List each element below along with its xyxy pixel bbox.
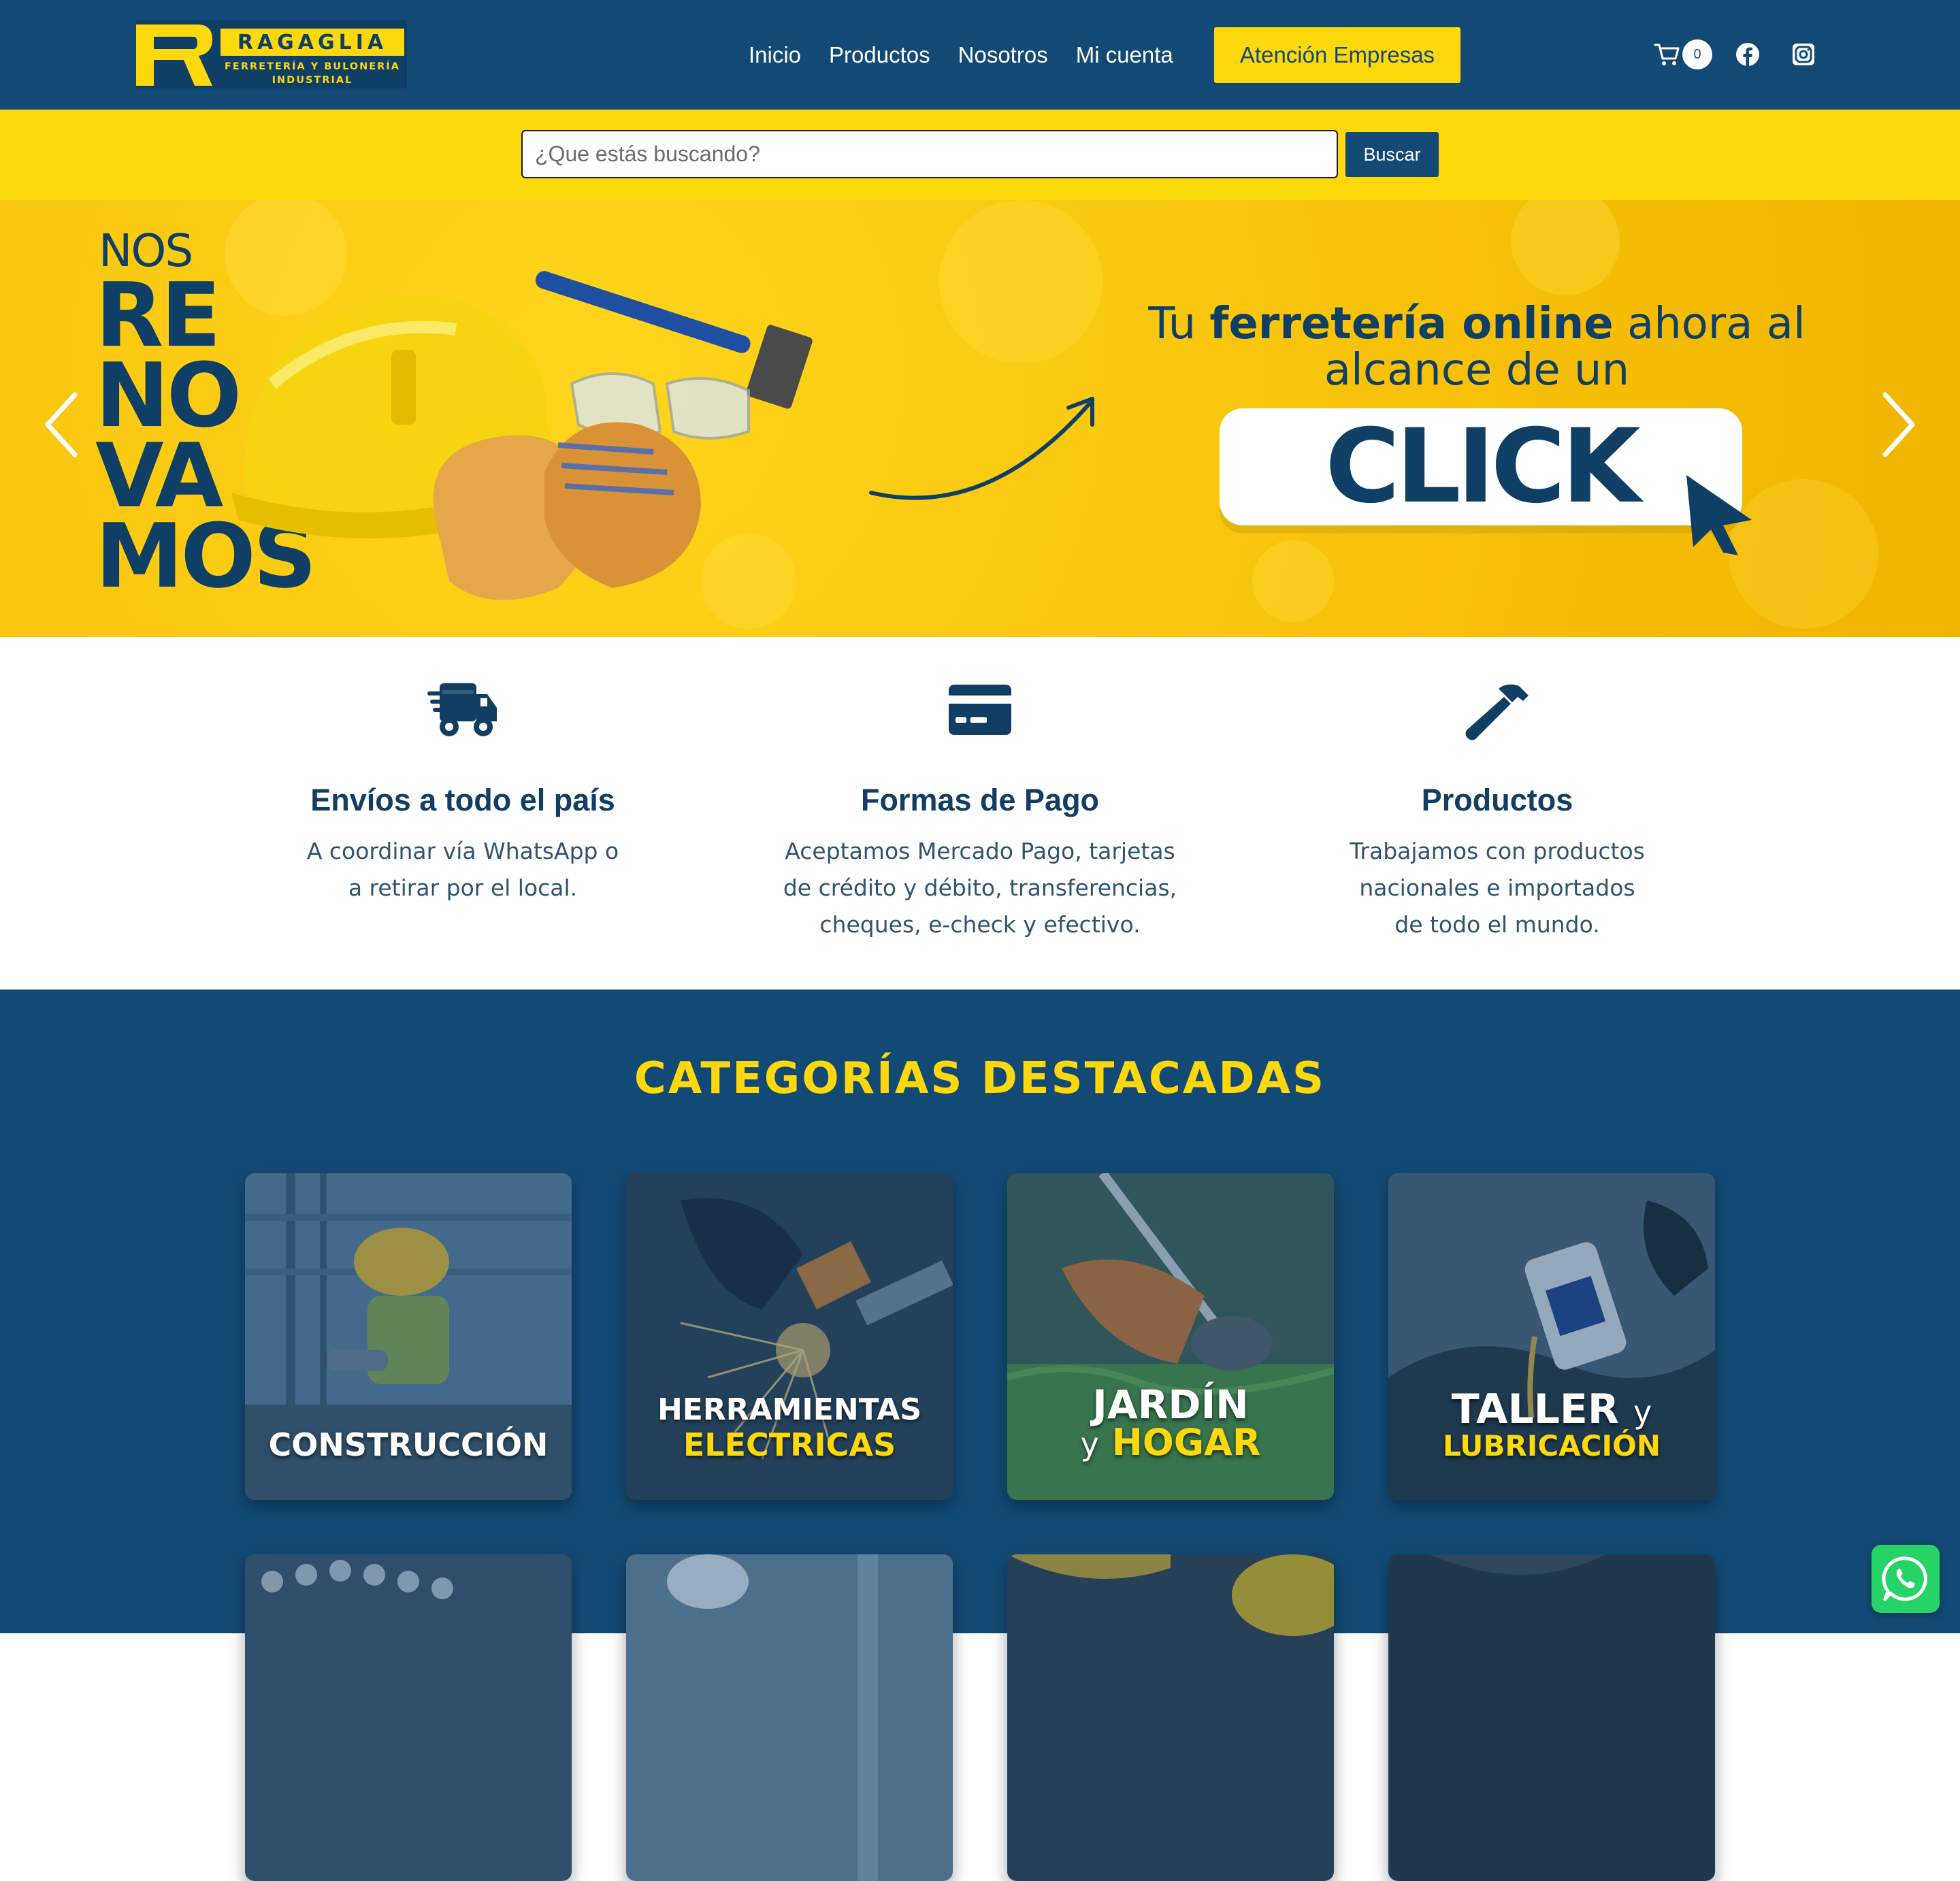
card-overlay (626, 1554, 953, 1881)
whatsapp-icon (1882, 1556, 1927, 1601)
cart-count-badge[interactable]: 0 (1682, 39, 1712, 69)
carousel-next-chevron-icon[interactable] (1878, 391, 1919, 459)
category-label-connector: y (1080, 1426, 1099, 1462)
brand-name: RAGAGLIA (220, 29, 404, 56)
tagline-bold: ferretería online (1209, 299, 1614, 349)
brand-subtitle-line2: INDUSTRIAL (272, 75, 353, 86)
features-section: Envíos a todo el país A coordinar vía Wh… (0, 637, 1960, 989)
search-input[interactable] (521, 130, 1338, 178)
category-label-line1: HERRAMIENTAS (657, 1392, 922, 1427)
category-label-connector: y (1633, 1394, 1652, 1430)
category-card-row2-4[interactable] (1388, 1554, 1715, 1881)
whatsapp-chat-button[interactable] (1872, 1545, 1940, 1613)
categories-section: CATEGORÍAS DESTACADAS CONSTRUCCIÓN HERRA… (0, 989, 1960, 1881)
tagline-line-1: Tu ferretería online ahora al (1102, 301, 1851, 347)
feature-text-line: de crédito y débito, transferencias, (783, 874, 1177, 901)
truck-icon (427, 683, 497, 736)
nav-nosotros[interactable]: Nosotros (958, 42, 1048, 68)
category-label-line2: ELECTRICAS (683, 1426, 896, 1463)
brand-subtitle: FERRETERÍA Y BULONERÍA INDUSTRIAL (220, 60, 404, 87)
category-label-line2: y HOGAR (1007, 1421, 1334, 1464)
hero-click-badge: CLICK (1220, 408, 1742, 526)
hero-banner: NOS RE NO VA MOS Tu ferretería online ah… (0, 200, 1960, 637)
category-label-main: TALLER (1451, 1386, 1620, 1433)
carousel-prev-chevron-icon[interactable] (41, 391, 82, 459)
nav-inicio[interactable]: Inicio (749, 42, 801, 68)
brand-subtitle-line1: FERRETERÍA Y BULONERÍA (225, 61, 400, 72)
logo-r-mark-icon (136, 24, 212, 86)
category-card-jardin-hogar[interactable]: JARDÍN y HOGAR (1007, 1173, 1334, 1500)
instagram-icon[interactable] (1791, 42, 1816, 67)
category-card-herramientas-electricas[interactable]: HERRAMIENTAS ELECTRICAS (626, 1173, 953, 1500)
cart-icon[interactable] (1654, 41, 1681, 68)
feature-title: Productos (1421, 783, 1573, 817)
feature-text-line: nacionales e importados (1359, 874, 1635, 901)
category-label-line2: LUBRICACIÓN (1443, 1429, 1661, 1462)
hard-hat-gloves-illustration (231, 271, 813, 600)
search-bar: Buscar (0, 110, 1960, 200)
feature-title: Envíos a todo el país (310, 783, 615, 817)
card-overlay (1007, 1554, 1334, 1881)
atencion-empresas-button[interactable]: Atención Empresas (1214, 27, 1460, 83)
card-overlay (245, 1554, 572, 1881)
feature-text-line: Trabajamos con productos (1350, 838, 1645, 864)
facebook-icon[interactable] (1735, 42, 1760, 67)
hero-tagline: Tu ferretería online ahora al alcance de… (1102, 301, 1851, 393)
tagline-post: ahora al (1613, 299, 1806, 349)
credit-card-icon (949, 685, 1011, 735)
main-nav: Inicio Productos Nosotros Mi cuenta Aten… (749, 27, 1460, 83)
category-label-line1: TALLER y (1388, 1386, 1715, 1433)
category-label: CONSTRUCCIÓN (268, 1426, 549, 1463)
hammer-icon (1465, 684, 1529, 740)
feature-formas-pago: Formas de Pago Aceptamos Mercado Pago, t… (776, 682, 1184, 943)
feature-text: A coordinar vía WhatsApp o a retirar por… (259, 833, 667, 906)
feature-envios: Envíos a todo el país A coordinar vía Wh… (259, 682, 667, 906)
tagline-pre: Tu (1148, 299, 1210, 349)
nav-mi-cuenta[interactable]: Mi cuenta (1076, 42, 1173, 68)
feature-text-line: a retirar por el local. (348, 874, 578, 901)
category-label-highlight: HOGAR (1111, 1421, 1261, 1464)
card-overlay (1388, 1554, 1715, 1881)
feature-text-line: A coordinar vía WhatsApp o (306, 838, 619, 864)
feature-text: Aceptamos Mercado Pago, tarjetas de créd… (776, 833, 1184, 943)
tagline-line-2: alcance de un (1324, 345, 1630, 395)
site-header: RAGAGLIA FERRETERÍA Y BULONERÍA INDUSTRI… (0, 0, 1960, 110)
mouse-cursor-icon (1686, 475, 1752, 555)
nav-productos[interactable]: Productos (829, 42, 930, 68)
category-card-taller-lubricacion[interactable]: TALLER y LUBRICACIÓN (1388, 1173, 1715, 1500)
curved-arrow-icon (869, 397, 1094, 500)
category-card-construccion[interactable]: CONSTRUCCIÓN (245, 1173, 572, 1500)
feature-text: Trabajamos con productos nacionales e im… (1293, 833, 1701, 943)
brand-logo[interactable]: RAGAGLIA FERRETERÍA Y BULONERÍA INDUSTRI… (136, 20, 407, 88)
feature-productos: Productos Trabajamos con productos nacio… (1293, 682, 1701, 943)
category-card-row2-2[interactable] (626, 1554, 953, 1881)
feature-text-line: de todo el mundo. (1394, 911, 1600, 938)
feature-title: Formas de Pago (860, 783, 1100, 817)
categories-title: CATEGORÍAS DESTACADAS (634, 1053, 1326, 1104)
feature-text-line: cheques, e-check y efectivo. (819, 911, 1141, 938)
category-card-row2-3[interactable] (1007, 1554, 1334, 1881)
search-button[interactable]: Buscar (1345, 132, 1439, 177)
feature-text-line: Aceptamos Mercado Pago, tarjetas (785, 838, 1175, 864)
category-card-row2-1[interactable] (245, 1554, 572, 1881)
